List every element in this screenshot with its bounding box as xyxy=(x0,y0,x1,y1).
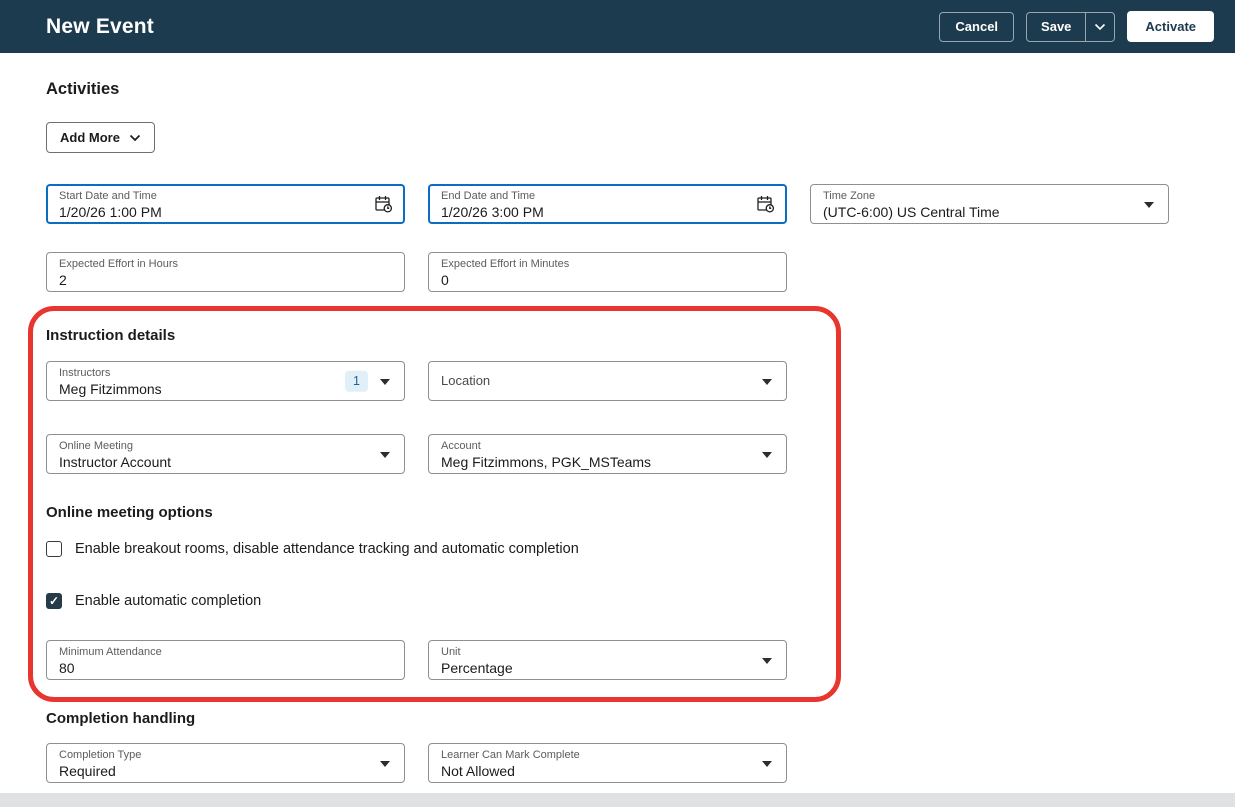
unit-value: Percentage xyxy=(441,659,774,677)
instruction-details-heading: Instruction details xyxy=(46,327,1235,344)
breakout-checkbox[interactable] xyxy=(46,541,62,557)
minimum-attendance-value: 80 xyxy=(59,659,392,677)
breakout-checkbox-label: Enable breakout rooms, disable attendanc… xyxy=(75,541,579,557)
start-date-field[interactable]: Start Date and Time 1/20/26 1:00 PM xyxy=(46,184,405,224)
online-meeting-select[interactable]: Online Meeting Instructor Account xyxy=(46,434,405,474)
start-date-value: 1/20/26 1:00 PM xyxy=(59,203,392,221)
location-label: Location xyxy=(441,374,490,388)
cancel-button[interactable]: Cancel xyxy=(939,12,1014,42)
activities-heading: Activities xyxy=(46,80,1235,99)
learner-can-mark-complete-select[interactable]: Learner Can Mark Complete Not Allowed xyxy=(428,743,787,783)
completion-handling-heading: Completion handling xyxy=(46,710,1235,727)
online-meeting-value: Instructor Account xyxy=(59,453,392,471)
app-header: New Event Cancel Save Activate xyxy=(0,0,1235,53)
location-select[interactable]: Location xyxy=(428,361,787,401)
datetime-row: Start Date and Time 1/20/26 1:00 PM End … xyxy=(46,184,1235,224)
save-button[interactable]: Save xyxy=(1027,13,1085,41)
chevron-down-icon xyxy=(380,379,390,385)
instructors-value: Meg Fitzimmons xyxy=(59,380,392,398)
account-value: Meg Fitzimmons, PGK_MSTeams xyxy=(441,453,774,471)
attendance-row: Minimum Attendance 80 Unit Percentage xyxy=(46,640,1235,680)
end-date-label: End Date and Time xyxy=(441,189,774,203)
completion-type-value: Required xyxy=(59,762,392,780)
breakout-checkbox-row[interactable]: Enable breakout rooms, disable attendanc… xyxy=(46,540,1235,557)
add-more-label: Add More xyxy=(60,130,120,145)
unit-select[interactable]: Unit Percentage xyxy=(428,640,787,680)
save-split-button: Save xyxy=(1026,12,1115,42)
timezone-value: (UTC-6:00) US Central Time xyxy=(823,203,1156,221)
account-label: Account xyxy=(441,439,774,453)
learner-can-mark-complete-value: Not Allowed xyxy=(441,762,774,780)
header-actions: Cancel Save Activate xyxy=(939,11,1214,42)
instructors-row: Instructors Meg Fitzimmons 1 Location xyxy=(46,361,1235,401)
learner-can-mark-complete-label: Learner Can Mark Complete xyxy=(441,748,774,762)
save-dropdown-button[interactable] xyxy=(1085,13,1114,41)
start-date-label: Start Date and Time xyxy=(59,189,392,203)
instructors-select[interactable]: Instructors Meg Fitzimmons 1 xyxy=(46,361,405,401)
chevron-down-icon xyxy=(380,452,390,458)
page-title: New Event xyxy=(46,15,154,39)
activate-button[interactable]: Activate xyxy=(1127,11,1214,42)
effort-minutes-value: 0 xyxy=(441,271,774,289)
page-bottom-gutter xyxy=(0,793,1235,807)
calendar-clock-icon[interactable] xyxy=(374,195,393,214)
effort-hours-field[interactable]: Expected Effort in Hours 2 xyxy=(46,252,405,292)
calendar-clock-icon[interactable] xyxy=(756,195,775,214)
chevron-down-icon xyxy=(762,658,772,664)
timezone-label: Time Zone xyxy=(823,189,1156,203)
chevron-down-icon xyxy=(762,761,772,767)
effort-minutes-field[interactable]: Expected Effort in Minutes 0 xyxy=(428,252,787,292)
auto-completion-checkbox[interactable] xyxy=(46,593,62,609)
add-more-button[interactable]: Add More xyxy=(46,122,155,153)
account-select[interactable]: Account Meg Fitzimmons, PGK_MSTeams xyxy=(428,434,787,474)
online-meeting-row: Online Meeting Instructor Account Accoun… xyxy=(46,434,1235,474)
minimum-attendance-field[interactable]: Minimum Attendance 80 xyxy=(46,640,405,680)
chevron-down-icon xyxy=(1094,23,1106,31)
effort-hours-label: Expected Effort in Hours xyxy=(59,257,392,271)
auto-completion-checkbox-label: Enable automatic completion xyxy=(75,593,261,609)
minimum-attendance-label: Minimum Attendance xyxy=(59,645,392,659)
chevron-down-icon xyxy=(1144,202,1154,208)
completion-row: Completion Type Required Learner Can Mar… xyxy=(46,743,1235,783)
chevron-down-icon xyxy=(762,452,772,458)
instructors-count-badge: 1 xyxy=(345,371,368,392)
completion-type-select[interactable]: Completion Type Required xyxy=(46,743,405,783)
timezone-select[interactable]: Time Zone (UTC-6:00) US Central Time xyxy=(810,184,1169,224)
end-date-value: 1/20/26 3:00 PM xyxy=(441,203,774,221)
chevron-down-icon xyxy=(762,379,772,385)
online-meeting-options-heading: Online meeting options xyxy=(46,504,1235,521)
effort-row: Expected Effort in Hours 2 Expected Effo… xyxy=(46,252,1235,292)
chevron-down-icon xyxy=(129,134,141,142)
unit-label: Unit xyxy=(441,645,774,659)
online-meeting-label: Online Meeting xyxy=(59,439,392,453)
completion-type-label: Completion Type xyxy=(59,748,392,762)
chevron-down-icon xyxy=(380,761,390,767)
end-date-field[interactable]: End Date and Time 1/20/26 3:00 PM xyxy=(428,184,787,224)
effort-minutes-label: Expected Effort in Minutes xyxy=(441,257,774,271)
auto-completion-checkbox-row[interactable]: Enable automatic completion xyxy=(46,592,1235,609)
main-content: Activities Add More Start Date and Time … xyxy=(0,80,1235,783)
effort-hours-value: 2 xyxy=(59,271,392,289)
instructors-label: Instructors xyxy=(59,366,392,380)
